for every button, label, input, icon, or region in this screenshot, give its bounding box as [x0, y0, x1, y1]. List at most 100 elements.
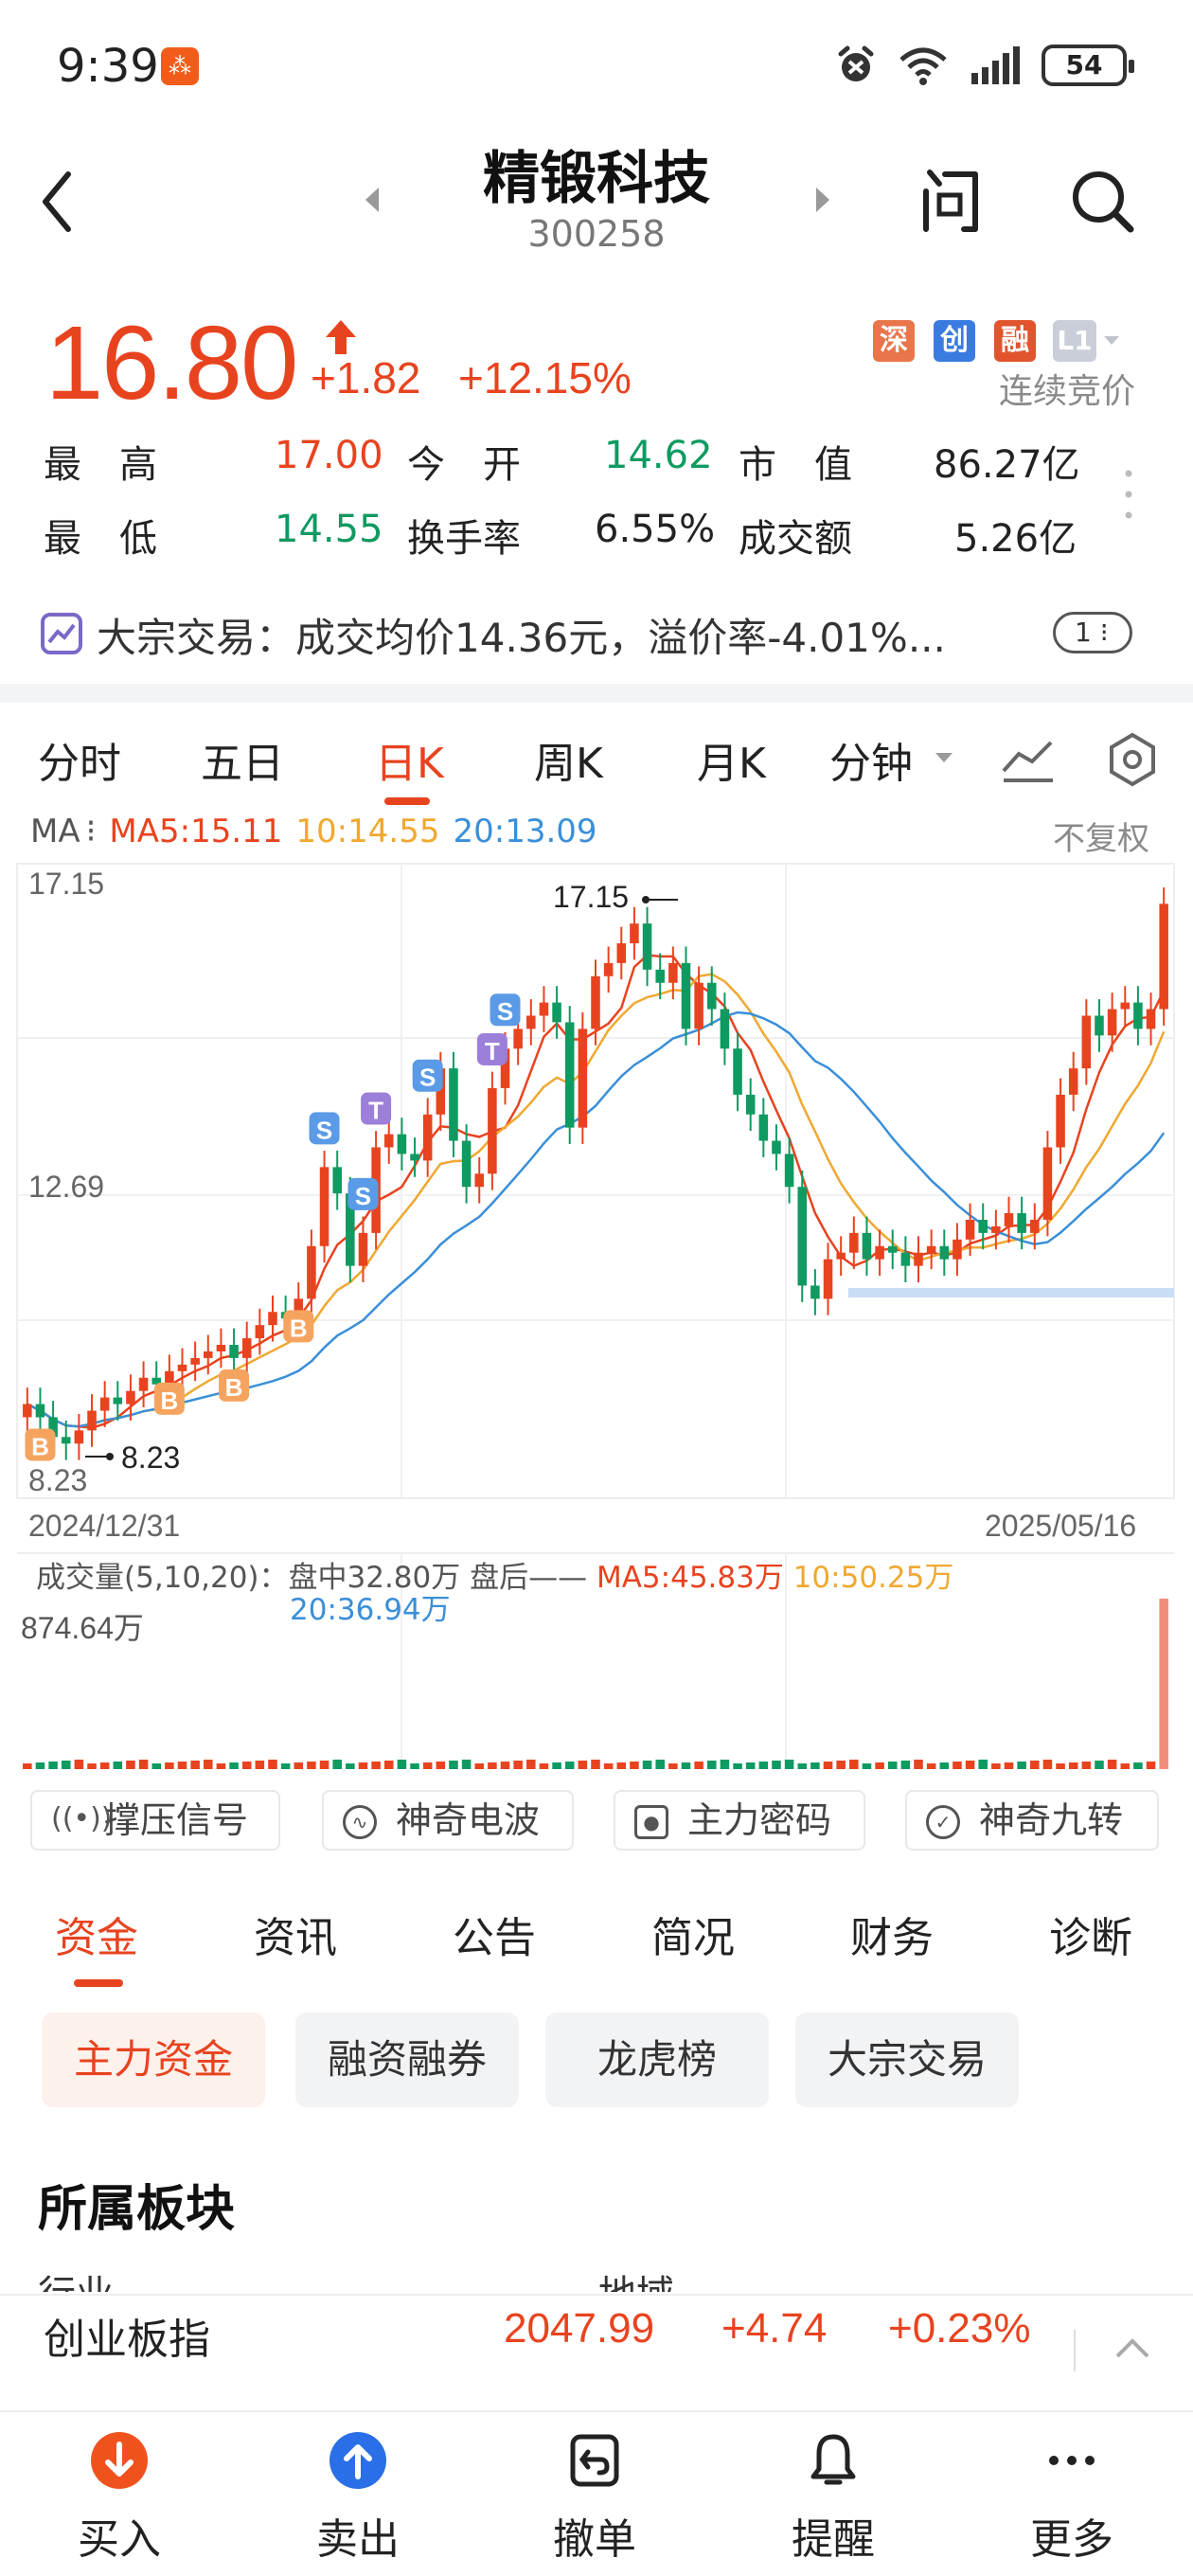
- candle-body: [887, 1245, 898, 1253]
- y-axis-mid: 12.69: [28, 1170, 104, 1204]
- main-force-button[interactable]: ● 主力密码: [614, 1790, 865, 1851]
- tab-profile[interactable]: 简况: [651, 1904, 735, 1964]
- tab-five-day[interactable]: 五日: [201, 729, 284, 790]
- candle-body: [383, 1134, 394, 1148]
- block-trade-notice[interactable]: 大宗交易：成交均价14.36元，溢价率-4.01%... 1 ⁝: [0, 597, 1193, 672]
- kline-chart[interactable]: 17.15 12.69 8.23 2024/12/31 2025/05/16 B…: [0, 852, 1193, 1780]
- candle-body: [914, 1252, 923, 1266]
- candle-body: [591, 975, 600, 1029]
- tab-monthly-k[interactable]: 月K: [697, 729, 766, 790]
- notice-count: 1: [1075, 617, 1092, 648]
- cancel-order-label: 撤单: [553, 2515, 636, 2564]
- candle-body: [23, 1404, 32, 1418]
- chip-block-trade[interactable]: 大宗交易: [795, 2012, 1019, 2107]
- candle-body: [35, 1404, 45, 1418]
- candle-body: [358, 1232, 368, 1266]
- signal-marker: B: [153, 1382, 185, 1415]
- candle-body: [61, 1437, 71, 1444]
- chevron-down-icon[interactable]: [934, 750, 954, 765]
- index-change: +4.74: [721, 2305, 828, 2352]
- radio-wave-icon: ((•)): [51, 1802, 113, 1835]
- candle-body: [1068, 1068, 1078, 1095]
- volume-bar: [784, 1760, 794, 1769]
- volume-bar: [165, 1762, 174, 1769]
- tab-daily-k[interactable]: 日K: [375, 729, 444, 790]
- ma5-value: MA5:15.11: [109, 813, 283, 850]
- candle-body: [875, 1245, 884, 1260]
- more-vertical-icon[interactable]: [1121, 468, 1136, 521]
- next-stock-icon[interactable]: [812, 186, 831, 214]
- up-arrow-icon: [326, 320, 356, 354]
- section-separator: [0, 684, 1193, 703]
- indicator-lines-icon[interactable]: [1000, 733, 1057, 786]
- tab-news[interactable]: 资讯: [254, 1904, 337, 1964]
- magic-wave-button[interactable]: ∿ 神奇电波: [322, 1790, 574, 1851]
- amount-label: 成交额: [739, 517, 852, 561]
- volume-bar: [488, 1762, 497, 1769]
- candle-body: [694, 982, 703, 1029]
- candle-body: [526, 1015, 536, 1029]
- index-ticker-bar[interactable]: 创业板指 2047.99 +4.74 +0.23%: [0, 2294, 1193, 2398]
- tab-diagnosis[interactable]: 诊断: [1049, 1904, 1132, 1964]
- more-button[interactable]: 更多: [996, 2431, 1148, 2566]
- tag-level1[interactable]: L1: [1053, 320, 1096, 362]
- signal-marker: B: [283, 1310, 314, 1343]
- volume-bar: [552, 1762, 561, 1769]
- volume-bar: [1017, 1762, 1026, 1769]
- alarm-icon: [838, 45, 874, 81]
- volume-bar: [332, 1760, 342, 1769]
- support-resistance-band: [848, 1288, 1174, 1297]
- candle-body: [307, 1245, 316, 1299]
- volume-bar: [1095, 1761, 1104, 1769]
- tab-intraday[interactable]: 分时: [38, 729, 121, 790]
- tab-weekly-k[interactable]: 周K: [534, 729, 603, 790]
- search-icon[interactable]: [1068, 167, 1136, 235]
- support-pressure-label: 撑压信号: [104, 1799, 249, 1841]
- status-bar: 9:39 ⁂ 54: [0, 0, 1193, 123]
- signal-label: B: [31, 1432, 49, 1460]
- alert-button[interactable]: 提醒: [757, 2431, 909, 2566]
- chip-margin-trading[interactable]: 融资融券: [295, 2012, 519, 2107]
- volume-bar: [926, 1763, 936, 1769]
- low-value: 14.55: [275, 508, 383, 551]
- volume-bar: [383, 1761, 394, 1769]
- candle-body: [991, 1225, 1001, 1233]
- tab-minute[interactable]: 分钟: [829, 729, 913, 790]
- candle-body: [126, 1390, 135, 1404]
- candle-body: [706, 982, 717, 1010]
- volume-bar: [1004, 1762, 1014, 1769]
- candle-body: [216, 1345, 226, 1351]
- mktcap-label: 市 值: [739, 443, 852, 487]
- high-label: 最 高: [44, 443, 157, 487]
- signal-marker: B: [219, 1368, 250, 1402]
- signal-marker: B: [25, 1428, 56, 1461]
- chip-main-funds[interactable]: 主力资金: [42, 2012, 265, 2107]
- open-value: 14.62: [604, 434, 713, 477]
- bottom-trade-nav: 买入 卖出 撤单 提醒 更多: [0, 2410, 1193, 2576]
- tag-shenzhen: 深: [873, 320, 915, 362]
- signal-label: T: [368, 1097, 383, 1125]
- volume-bar: [900, 1761, 911, 1769]
- chevron-down-icon[interactable]: [1102, 333, 1121, 349]
- candle-body: [720, 1009, 730, 1049]
- ask-icon[interactable]: [917, 167, 983, 233]
- cancel-order-button[interactable]: 撤单: [519, 2431, 670, 2566]
- buy-button[interactable]: 买入: [44, 2431, 195, 2566]
- divider: [1074, 2330, 1076, 2371]
- volume-legend: 成交量(5,10,20)：盘中32.80万 盘后—— MA5:45.83万 10…: [36, 1553, 953, 1596]
- sell-button[interactable]: 卖出: [282, 2431, 434, 2566]
- volume-bar: [513, 1761, 523, 1769]
- more-dots-icon: [1049, 2456, 1095, 2465]
- support-pressure-button[interactable]: ((•)) 撑压信号: [30, 1790, 280, 1851]
- candle-body: [758, 1114, 769, 1141]
- chip-dragon-tiger[interactable]: 龙虎榜: [545, 2012, 769, 2107]
- tag-chinext: 创: [934, 320, 975, 362]
- tab-announcements[interactable]: 公告: [453, 1904, 536, 1964]
- settings-hex-icon[interactable]: [1104, 731, 1161, 788]
- chevron-up-icon[interactable]: [1113, 2337, 1151, 2360]
- volume-bar: [474, 1763, 485, 1769]
- tab-financials[interactable]: 财务: [850, 1904, 934, 1964]
- magic-nine-button[interactable]: ✓ 神奇九转: [905, 1790, 1159, 1851]
- notice-count-badge[interactable]: 1 ⁝: [1053, 612, 1132, 653]
- tab-funds[interactable]: 资金: [55, 1904, 138, 1964]
